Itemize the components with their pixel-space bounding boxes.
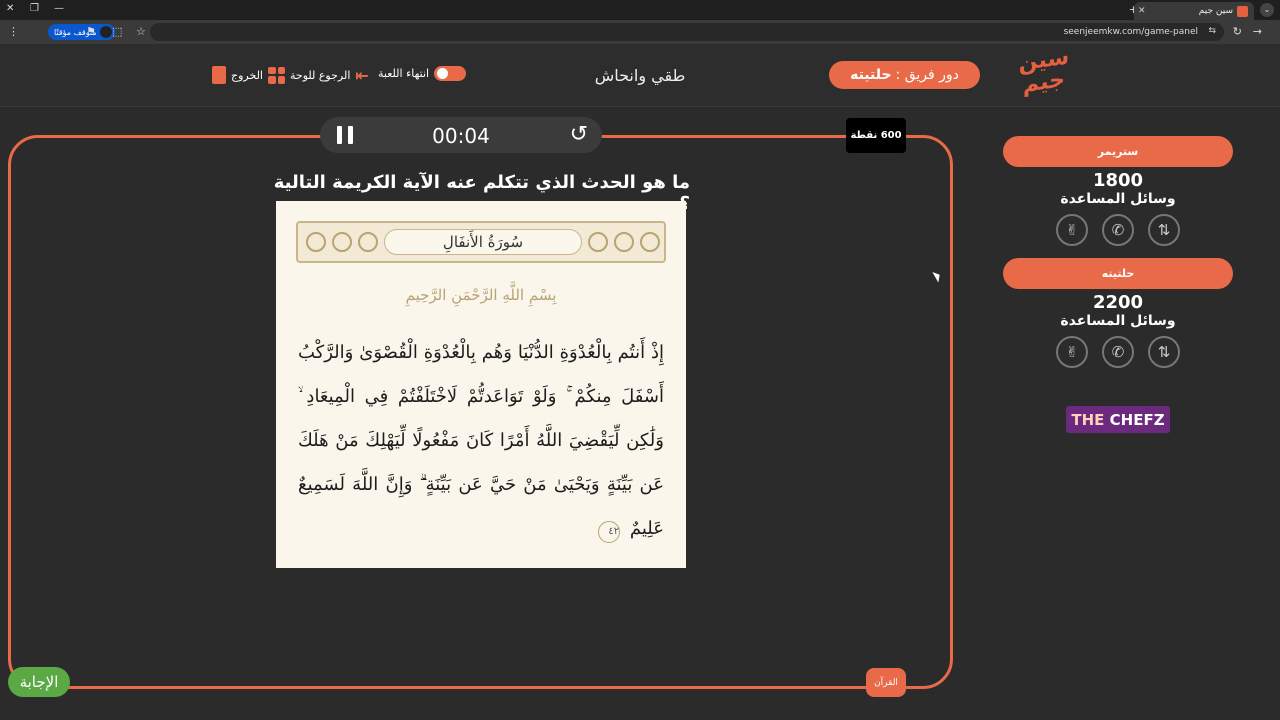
game-header: سين جيم دور فريق : حلتيته طقي وانحاش انت…: [0, 44, 1280, 107]
phone-call-icon[interactable]: ✆: [1102, 336, 1134, 368]
aids-label: وسائل المساعدة: [1060, 313, 1176, 329]
turn-prefix: دور فريق :: [895, 67, 959, 83]
board-grid-icon: [268, 66, 285, 84]
rosette-icon: [614, 232, 634, 252]
two-answers-icon[interactable]: ✌: [1056, 336, 1088, 368]
verse-text: إِذْ أَنتُم بِالْعُدْوَةِ الدُّنْيَا وَه…: [298, 331, 664, 551]
points-badge: 600 نقطة: [846, 118, 906, 153]
reload-icon[interactable]: ↻: [1233, 25, 1242, 38]
game-name: طقي وانحاش: [594, 66, 686, 85]
aids-label: وسائل المساعدة: [1060, 191, 1176, 207]
address-bar[interactable]: seenjeemkw.com/game-panel ⇆: [150, 23, 1224, 41]
tab-search-icon[interactable]: ⌄: [1260, 3, 1274, 17]
current-turn-pill: دور فريق : حلتيته: [829, 61, 980, 89]
bookmark-star-icon[interactable]: ☆: [136, 25, 146, 38]
seenjeem-logo: سين جيم: [1018, 44, 1070, 98]
verse-number: ٤٢: [598, 521, 621, 543]
tab-close-icon[interactable]: ✕: [1138, 6, 1146, 16]
profile-paused-badge[interactable]: متوقف مؤقتًا: [48, 24, 115, 40]
swap-icon[interactable]: ⇅: [1148, 336, 1180, 368]
extensions-icon[interactable]: ⬚: [112, 25, 122, 38]
menu-dots-icon[interactable]: ⋮: [8, 25, 19, 38]
tab-groups-icon[interactable]: ⚑: [86, 25, 96, 38]
team-name: حلتيته: [1003, 258, 1233, 289]
aid-buttons: ✌ ✆ ⇅: [1003, 214, 1233, 246]
quran-verse-image: سُورَةُ الأَنفَالِ بِسْمِ اللَّهِ الرَّح…: [276, 201, 686, 568]
window-close-icon[interactable]: ✕: [6, 3, 14, 14]
team-score: 1800: [1092, 170, 1144, 191]
turn-team: حلتيته: [850, 67, 892, 83]
surah-banner: سُورَةُ الأَنفَالِ: [296, 221, 666, 263]
rosette-icon: [332, 232, 352, 252]
category-tag: القرآن: [866, 668, 906, 697]
tab-title: سين جيم: [1198, 6, 1233, 16]
surah-title: سُورَةُ الأَنفَالِ: [384, 229, 582, 255]
basmala: بِسْمِ اللَّهِ الرَّحْمَنِ الرَّحِيمِ: [405, 286, 557, 304]
team-card-2: حلتيته 2200 وسائل المساعدة ✌ ✆ ⇅: [1003, 258, 1233, 368]
timer-bar: 00:04 ↺: [320, 117, 602, 153]
url-text: seenjeemkw.com/game-panel: [1063, 27, 1198, 37]
rosette-icon: [306, 232, 326, 252]
window-minimize-icon[interactable]: —: [54, 3, 64, 14]
end-game-label: انتهاء اللعبة: [378, 67, 430, 80]
swap-icon[interactable]: ⇅: [1148, 214, 1180, 246]
team-score: 2200: [1092, 292, 1144, 313]
team-card-1: ستريمر 1800 وسائل المساعدة ✌ ✆ ⇅: [1003, 136, 1233, 246]
exit-button[interactable]: الخروج: [212, 66, 285, 84]
avatar: [99, 26, 112, 38]
sponsor-part2: CHEFZ: [1109, 410, 1165, 429]
sponsor-part1: THE: [1071, 410, 1105, 429]
rosette-icon: [588, 232, 608, 252]
toggle-icon: [434, 66, 467, 81]
arrow-left-icon: ⇤: [355, 66, 369, 85]
favicon-icon: [1237, 5, 1248, 17]
aid-buttons: ✌ ✆ ⇅: [1003, 336, 1233, 368]
end-game-button[interactable]: انتهاء اللعبة: [378, 66, 467, 81]
sponsor-logo: THE CHEFZ: [1066, 406, 1170, 433]
browser-tab-strip: ✕ ❐ — + ✕ سين جيم ⌄: [0, 0, 1280, 20]
reset-timer-icon[interactable]: ↺: [570, 122, 588, 147]
timer-text: 00:04: [432, 124, 490, 148]
exit-label: الخروج: [231, 68, 263, 82]
browser-tab[interactable]: ✕ سين جيم: [1134, 2, 1254, 20]
browser-toolbar: ⋮ متوقف مؤقتًا ⚑ ⬚ ☆ seenjeemkw.com/game…: [0, 20, 1280, 44]
back-to-board-label: الرجوع للوحة: [290, 69, 351, 82]
site-info-icon[interactable]: ⇆: [1208, 26, 1216, 36]
back-to-board-button[interactable]: ⇤ الرجوع للوحة: [290, 66, 369, 85]
window-restore-icon[interactable]: ❐: [30, 3, 39, 14]
exit-door-icon: [212, 66, 226, 84]
two-answers-icon[interactable]: ✌: [1056, 214, 1088, 246]
forward-icon[interactable]: →: [1253, 25, 1262, 38]
rosette-icon: [640, 232, 660, 252]
rosette-icon: [358, 232, 378, 252]
team-name: ستريمر: [1003, 136, 1233, 167]
phone-call-icon[interactable]: ✆: [1102, 214, 1134, 246]
answer-button[interactable]: الإجابة: [8, 667, 70, 697]
verse-body: إِذْ أَنتُم بِالْعُدْوَةِ الدُّنْيَا وَه…: [298, 342, 664, 539]
